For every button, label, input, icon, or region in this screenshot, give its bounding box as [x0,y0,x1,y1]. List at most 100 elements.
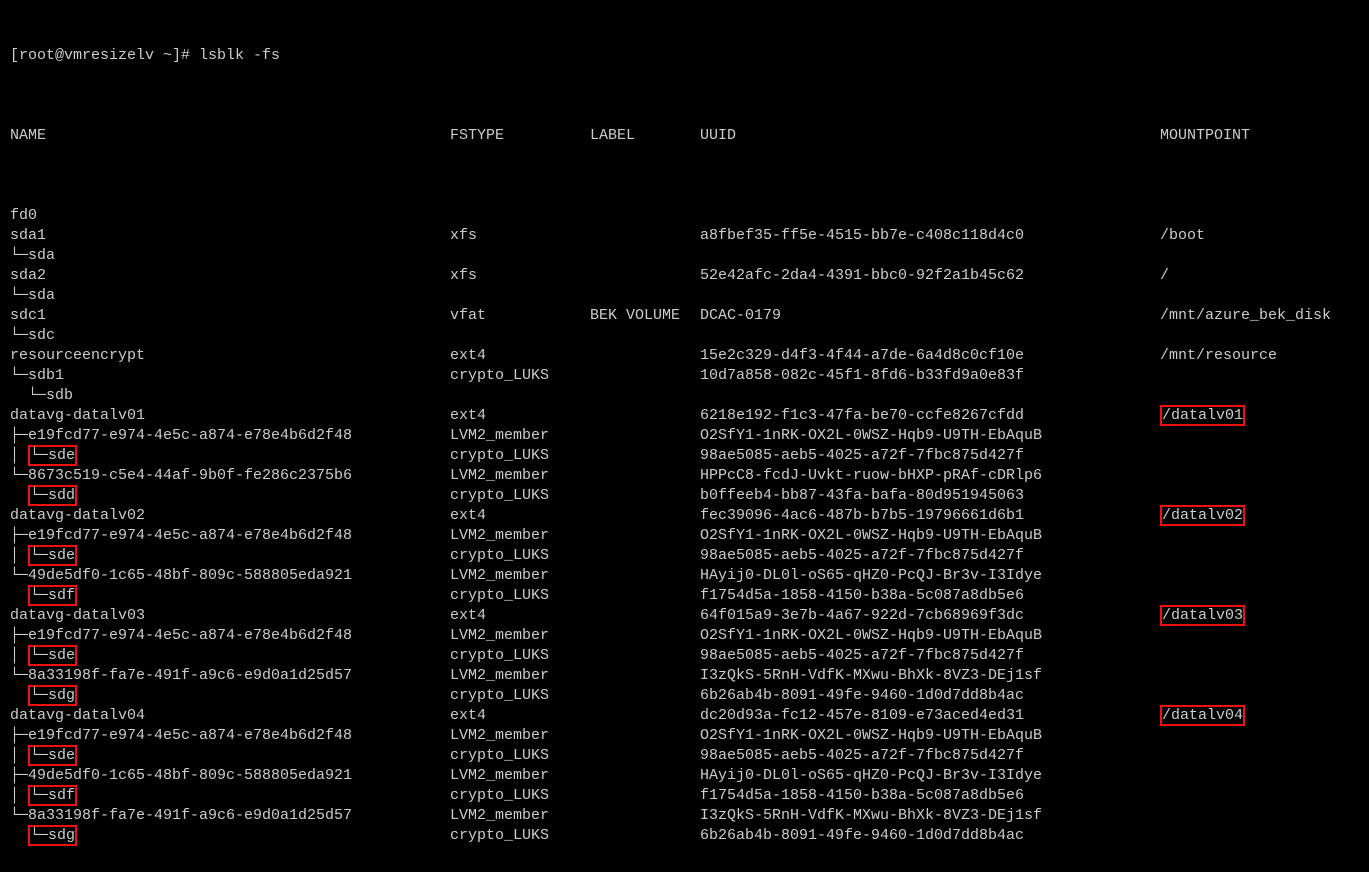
device-name: │ └─sde [10,446,450,466]
fstype: ext4 [450,706,590,726]
fstype: vfat [450,306,590,326]
lsblk-row: datavg-datalv02ext4fec39096-4ac6-487b-b7… [10,506,1359,526]
device-name: datavg-datalv01 [10,406,450,426]
fstype: ext4 [450,506,590,526]
device-name: │ └─sde [10,546,450,566]
device-name: └─sda [10,286,450,306]
fstype: crypto_LUKS [450,586,590,606]
device-name-highlighted: └─sdf [28,585,77,606]
mountpoint [1160,526,1359,546]
lsblk-row: │ └─sdfcrypto_LUKSf1754d5a-1858-4150-b38… [10,786,1359,806]
device-name: fd0 [10,206,450,226]
fstype: LVM2_member [450,806,590,826]
command-line: [root@vmresizelv ~]# lsblk -fs [10,46,1359,66]
device-name: sdc1 [10,306,450,326]
lsblk-row: ├─49de5df0-1c65-48bf-809c-588805eda921LV… [10,766,1359,786]
label [590,366,700,386]
fstype: xfs [450,226,590,246]
command-text: lsblk -fs [199,47,280,64]
lsblk-output: fd0sda1xfsa8fbef35-ff5e-4515-bb7e-c408c1… [10,206,1359,846]
lsblk-row: │ └─sdecrypto_LUKS98ae5085-aeb5-4025-a72… [10,746,1359,766]
mountpoint [1160,646,1359,666]
label [590,526,700,546]
label [590,666,700,686]
device-name: sda2 [10,266,450,286]
shell-prompt: [root@vmresizelv ~]# [10,47,199,64]
label [590,466,700,486]
device-name: └─sdc [10,326,450,346]
mountpoint [1160,726,1359,746]
fstype: ext4 [450,346,590,366]
fstype: LVM2_member [450,526,590,546]
uuid: 98ae5085-aeb5-4025-a72f-7fbc875d427f [700,446,1160,466]
device-name: └─sdb1 [10,366,450,386]
label [590,426,700,446]
device-name: ├─49de5df0-1c65-48bf-809c-588805eda921 [10,766,450,786]
uuid: 6b26ab4b-8091-49fe-9460-1d0d7dd8b4ac [700,686,1160,706]
fstype: crypto_LUKS [450,446,590,466]
device-name-highlighted: └─sde [28,745,77,766]
header-uuid: UUID [700,126,1160,146]
uuid [700,206,1160,226]
header-fstype: FSTYPE [450,126,590,146]
mountpoint [1160,246,1359,266]
header-mount: MOUNTPOINT [1160,126,1359,146]
mountpoint [1160,286,1359,306]
uuid: 6b26ab4b-8091-49fe-9460-1d0d7dd8b4ac [700,826,1160,846]
uuid: f1754d5a-1858-4150-b38a-5c087a8db5e6 [700,786,1160,806]
fstype [450,386,590,406]
mountpoint [1160,426,1359,446]
lsblk-row: └─8a33198f-fa7e-491f-a9c6-e9d0a1d25d57LV… [10,666,1359,686]
label [590,606,700,626]
lsblk-row: └─sdgcrypto_LUKS6b26ab4b-8091-49fe-9460-… [10,686,1359,706]
lsblk-row: └─8673c519-c5e4-44af-9b0f-fe286c2375b6LV… [10,466,1359,486]
label [590,726,700,746]
label [590,566,700,586]
lsblk-row: fd0 [10,206,1359,226]
terminal-window[interactable]: [root@vmresizelv ~]# lsblk -fs NAME FSTY… [0,0,1369,872]
lsblk-row: │ └─sdecrypto_LUKS98ae5085-aeb5-4025-a72… [10,546,1359,566]
uuid: 98ae5085-aeb5-4025-a72f-7fbc875d427f [700,646,1160,666]
lsblk-row: └─8a33198f-fa7e-491f-a9c6-e9d0a1d25d57LV… [10,806,1359,826]
mountpoint [1160,386,1359,406]
fstype [450,286,590,306]
mountpoint [1160,806,1359,826]
mountpoint: /boot [1160,226,1359,246]
device-name-highlighted: └─sdg [28,825,77,846]
label [590,646,700,666]
label [590,266,700,286]
lsblk-row: │ └─sdecrypto_LUKS 98ae5085-aeb5-4025-a72… [10,646,1359,666]
uuid: 64f015a9-3e7b-4a67-922d-7cb68969f3dc [700,606,1160,626]
mountpoint [1160,746,1359,766]
device-name: └─sda [10,246,450,266]
device-name: └─8a33198f-fa7e-491f-a9c6-e9d0a1d25d57 [10,666,450,686]
device-name: │ └─sde [10,646,450,666]
fstype: ext4 [450,606,590,626]
lsblk-row: resourceencryptext415e2c329-d4f3-4f44-a7… [10,346,1359,366]
device-name: ├─e19fcd77-e974-4e5c-a874-e78e4b6d2f48 [10,526,450,546]
mountpoint-highlighted: /datalv04 [1160,705,1245,726]
label [590,446,700,466]
fstype [450,206,590,226]
fstype: LVM2_member [450,466,590,486]
device-name: └─sdg [10,826,450,846]
device-name: datavg-datalv03 [10,606,450,626]
device-name: └─49de5df0-1c65-48bf-809c-588805eda921 [10,566,450,586]
mountpoint: /datalv03 [1160,606,1359,626]
mountpoint [1160,366,1359,386]
label [590,546,700,566]
label [590,706,700,726]
mountpoint: /mnt/resource [1160,346,1359,366]
fstype: LVM2_member [450,426,590,446]
label [590,626,700,646]
label [590,826,700,846]
device-name: datavg-datalv02 [10,506,450,526]
mountpoint [1160,626,1359,646]
lsblk-row: └─49de5df0-1c65-48bf-809c-588805eda921LV… [10,566,1359,586]
device-name: resourceencrypt [10,346,450,366]
fstype: crypto_LUKS [450,646,590,666]
mountpoint: /mnt/azure_bek_disk [1160,306,1359,326]
lsblk-row: sda2xfs52e42afc-2da4-4391-bbc0-92f2a1b45… [10,266,1359,286]
uuid: 6218e192-f1c3-47fa-be70-ccfe8267cfdd [700,406,1160,426]
lsblk-row: │ └─sdecrypto_LUKS 98ae5085-aeb5-4025-a72… [10,446,1359,466]
